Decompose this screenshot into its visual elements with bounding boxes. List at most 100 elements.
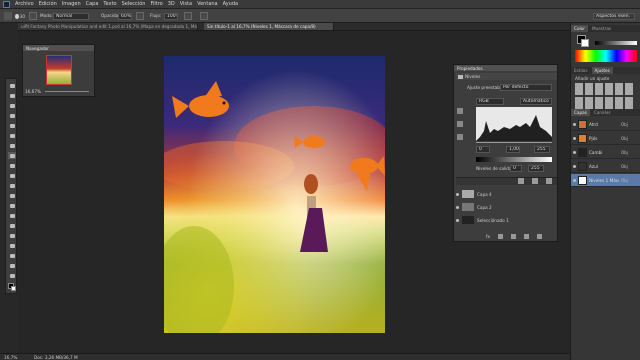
brush-tool-preset-icon[interactable]	[4, 12, 12, 20]
pressure-size-icon[interactable]	[200, 12, 208, 20]
menu-ventana[interactable]: Ventana	[197, 1, 218, 7]
tab-swatches[interactable]: Muestras	[589, 25, 614, 32]
channel-mixer-icon[interactable]	[605, 97, 613, 109]
flow-input[interactable]: 100%	[164, 13, 178, 20]
blur-tool-icon[interactable]	[8, 202, 16, 209]
layer-visibility-icon[interactable]	[573, 164, 576, 168]
menu-texto[interactable]: Texto	[103, 1, 116, 7]
tab-color[interactable]: Color	[571, 25, 588, 32]
input-levels-slider[interactable]	[476, 142, 552, 143]
photo-filter-icon[interactable]	[595, 97, 603, 109]
layer-visibility-icon[interactable]	[573, 178, 576, 182]
menu-archivo[interactable]: Archivo	[15, 1, 34, 7]
mode-select[interactable]: Normal	[53, 13, 89, 20]
layer-visibility-icon[interactable]	[573, 150, 576, 154]
brightness-icon[interactable]	[575, 83, 583, 95]
black-point-eyedropper-icon[interactable]	[457, 108, 463, 114]
layer-visibility-icon[interactable]	[456, 192, 459, 196]
hand-tool-icon[interactable]	[8, 262, 16, 269]
output-black-field[interactable]: 0	[510, 165, 522, 172]
color-spectrum[interactable]	[575, 50, 637, 62]
shape-tool-icon[interactable]	[8, 252, 16, 259]
tab-styles[interactable]: Estilos	[571, 67, 591, 74]
pressure-opacity-icon[interactable]	[136, 12, 144, 20]
layer-row[interactable]: Cambi Obj	[571, 146, 640, 159]
menu-imagen[interactable]: Imagen	[62, 1, 81, 7]
layer-visibility-icon[interactable]	[573, 122, 576, 126]
layer-visibility-icon[interactable]	[456, 205, 459, 209]
preset-select[interactable]: Por defecto	[500, 84, 552, 91]
layer-row[interactable]: Atrd Obj	[571, 118, 640, 131]
menu-capa[interactable]: Capa	[86, 1, 99, 7]
eyedropper-tool-icon[interactable]	[8, 132, 16, 139]
type-tool-icon[interactable]	[8, 232, 16, 239]
clone-stamp-tool-icon[interactable]	[8, 162, 16, 169]
menu-vista[interactable]: Vista	[180, 1, 192, 7]
menu-edicion[interactable]: Edición	[39, 1, 57, 7]
mask-icon[interactable]	[497, 233, 503, 239]
input-white-field[interactable]: 255	[534, 146, 550, 153]
zoom-tool-icon[interactable]	[8, 272, 16, 279]
airbrush-icon[interactable]	[184, 12, 192, 20]
navigator-zoom-slider[interactable]	[45, 91, 89, 92]
tab-channels[interactable]: Canales	[591, 109, 614, 116]
fx-icon[interactable]: fx	[486, 234, 490, 239]
brush-size-picker[interactable]: 30	[15, 12, 25, 20]
exposure-icon[interactable]	[605, 83, 613, 95]
crop-tool-icon[interactable]	[8, 122, 16, 129]
layer-row-selected[interactable]: Niveles 1 Máscara Obj	[571, 174, 640, 187]
background-color-swatch[interactable]	[11, 286, 16, 291]
black-white-icon[interactable]	[585, 97, 593, 109]
layer-row[interactable]: Pjós Obj	[571, 132, 640, 145]
vibrance-icon[interactable]	[615, 83, 623, 95]
input-mid-field[interactable]: 1,00	[506, 146, 520, 153]
delete-adjustment-icon[interactable]	[546, 178, 552, 184]
healing-tool-icon[interactable]	[8, 142, 16, 149]
auto-button[interactable]: Automático	[520, 98, 552, 105]
white-point-eyedropper-icon[interactable]	[457, 134, 463, 140]
menu-3d[interactable]: 3D	[168, 1, 175, 7]
marquee-tool-icon[interactable]	[8, 92, 16, 99]
curves-icon[interactable]	[595, 83, 603, 95]
dock-background-color[interactable]	[581, 39, 589, 47]
tab-adjustments[interactable]: Ajustes	[591, 67, 613, 74]
clip-to-layer-icon[interactable]	[518, 178, 524, 184]
gradient-tool-icon[interactable]	[8, 192, 16, 199]
move-tool-icon[interactable]	[8, 82, 16, 89]
layers-list-row[interactable]: Selecciónado 1	[456, 215, 557, 225]
new-layer-icon[interactable]	[523, 233, 529, 239]
menu-ayuda[interactable]: Ayuda	[223, 1, 238, 7]
dodge-tool-icon[interactable]	[8, 212, 16, 219]
brush-panel-toggle-icon[interactable]	[29, 12, 37, 20]
hue-saturation-icon[interactable]	[625, 83, 633, 95]
layer-row[interactable]: Azul Obj	[571, 160, 640, 173]
output-gradient-bar[interactable]	[476, 157, 552, 162]
brush-tool-icon[interactable]	[8, 152, 16, 159]
workspace-switcher[interactable]: Aspectos esen.	[593, 13, 635, 20]
invert-icon[interactable]	[625, 97, 633, 109]
lasso-tool-icon[interactable]	[8, 102, 16, 109]
document-canvas-image[interactable]	[164, 56, 385, 333]
color-slider[interactable]	[595, 41, 637, 45]
menu-filtro[interactable]: Filtro	[150, 1, 162, 7]
output-white-field[interactable]: 255	[528, 165, 544, 172]
menu-seleccion[interactable]: Selección	[122, 1, 146, 7]
layer-visibility-icon[interactable]	[573, 136, 576, 140]
input-black-field[interactable]: 0	[476, 146, 490, 153]
trash-icon[interactable]	[536, 233, 542, 239]
path-select-tool-icon[interactable]	[8, 242, 16, 249]
quick-select-tool-icon[interactable]	[8, 112, 16, 119]
reset-icon[interactable]	[532, 178, 538, 184]
tab-layers[interactable]: Capas	[571, 109, 590, 116]
layer-visibility-icon[interactable]	[456, 218, 459, 222]
layers-list-row[interactable]: Capa 2	[456, 202, 557, 212]
eraser-tool-icon[interactable]	[8, 182, 16, 189]
pen-tool-icon[interactable]	[8, 222, 16, 229]
color-lookup-icon[interactable]	[615, 97, 623, 109]
layers-list-row[interactable]: Capa 4	[456, 189, 557, 199]
navigator-thumbnail[interactable]	[46, 55, 72, 85]
history-brush-tool-icon[interactable]	[8, 172, 16, 179]
tab-fantasy-document[interactable]: uiflt Fantasy Photo Manipulation and edi…	[18, 23, 198, 30]
new-adjustment-icon[interactable]	[510, 233, 516, 239]
color-balance-icon[interactable]	[575, 97, 583, 109]
